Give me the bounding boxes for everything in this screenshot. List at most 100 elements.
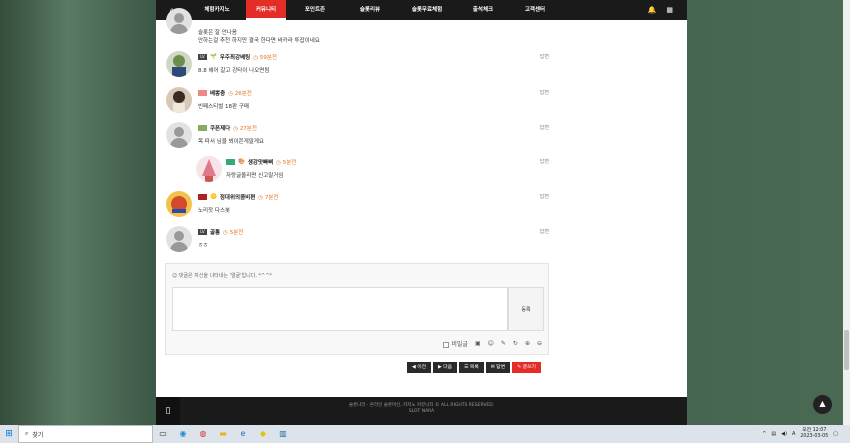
rank-icon: 🌱	[210, 54, 217, 60]
comment-text: 노리잣 다스봇	[198, 208, 231, 214]
comment-item: 🎨 생강맛빠삐 5분전 자랑글올리면 신고말거임 답변	[164, 156, 549, 186]
level-badge	[198, 194, 207, 200]
reply-link[interactable]: 답변	[540, 193, 549, 200]
comment-text: 슬롯은 잘 안나옴	[198, 30, 237, 36]
reply-link[interactable]: 답변	[540, 158, 549, 165]
comment-text: 8.8 헤어 갈고 강타이 나오면됨	[198, 68, 270, 74]
list-button[interactable]: ☰ 목록	[459, 362, 484, 373]
comment-text: ㅎㅎ	[198, 243, 209, 249]
nickname[interactable]: 골통	[210, 228, 220, 236]
avatar	[166, 226, 192, 252]
avatar	[196, 156, 222, 182]
plus-icon[interactable]: ⊕	[525, 340, 530, 347]
ime-icon[interactable]: A	[792, 431, 795, 437]
rank-icon: 🟡	[210, 194, 217, 200]
nav-item-support[interactable]: 고객센터	[508, 0, 562, 20]
kakaotalk-icon[interactable]: ◆	[253, 425, 273, 443]
chevron-up-icon[interactable]: ^	[762, 431, 766, 437]
reply-link[interactable]: 답변	[540, 124, 549, 131]
submit-button[interactable]: 등록	[508, 287, 544, 331]
timestamp: 26분전	[228, 89, 252, 97]
clock-date: 2023-03-05	[800, 434, 829, 439]
avatar	[166, 51, 192, 77]
comment-meta: 쿠폰제다 27분전	[198, 124, 257, 132]
system-tray: ^ ▤ ◀) A 오전 12:07 2023-03-05 ▢	[762, 425, 838, 443]
level-badge: LV	[198, 229, 207, 235]
bell-icon[interactable]: 🔔	[648, 0, 657, 20]
nav-item-points[interactable]: 포인트존	[286, 0, 344, 20]
comment-item: 🟡 정대위의콤비편 7분전 노리잣 다스봇 답변	[164, 191, 549, 221]
reply-link[interactable]: 답변	[540, 53, 549, 60]
level-badge	[198, 90, 207, 96]
nav-item-attendance[interactable]: 출석체크	[458, 0, 508, 20]
nav-item-community[interactable]: 커뮤니티	[246, 0, 286, 20]
scrollbar[interactable]	[843, 0, 850, 425]
secret-checkbox[interactable]: 비밀글	[443, 339, 468, 348]
grid-menu-icon[interactable]: ▦	[666, 0, 673, 20]
comment-tools: 비밀글 ▣ ☺ ✎ ↻ ⊕ ⊖	[443, 339, 542, 348]
timestamp: 5분전	[223, 228, 244, 236]
scroll-top-button[interactable]: ▲	[813, 395, 832, 414]
pencil-icon[interactable]: ✎	[501, 340, 506, 347]
comment-form: ☺ 댓글은 자신을 나타내는 '얼굴'입니다. *^^* 등록 비밀글 ▣ ☺ …	[165, 263, 549, 355]
footer-copyright: 슬롯나라 - 온라인 슬롯머신, 카지노 커뮤니티 © ALL RIGHTS R…	[348, 403, 495, 408]
comment-meta: LV 🌱 우주최강베팅 59분전	[198, 53, 277, 61]
notification-icon[interactable]: ▢	[833, 431, 838, 437]
minus-icon[interactable]: ⊖	[537, 340, 542, 347]
taskbar-search[interactable]: ⌕ 찾기	[18, 425, 153, 443]
prev-button[interactable]: ◀ 이전	[407, 362, 432, 373]
nav-item-slot-review[interactable]: 슬롯리뷰	[344, 0, 396, 20]
comment-item: LV 🌱 우주최강베팅 59분전 8.8 헤어 갈고 강타이 나오면됨 답변	[164, 51, 549, 81]
level-badge: LV	[198, 54, 207, 60]
chrome-icon[interactable]: ◍	[193, 425, 213, 443]
level-badge	[226, 159, 235, 165]
ie-icon[interactable]: e	[233, 425, 253, 443]
reply-link[interactable]: 답변	[540, 228, 549, 235]
avatar	[166, 8, 192, 34]
nav-item-free-slot[interactable]: 슬롯무료체험	[396, 0, 458, 20]
timestamp: 59분전	[253, 53, 277, 61]
nickname[interactable]: 배뽕충	[210, 89, 225, 97]
timestamp: 5분전	[276, 158, 297, 166]
reply-button[interactable]: ✉ 답변	[485, 362, 511, 373]
taskbar: ⊞ ⌕ 찾기 ▭ ◉ ◍ ▬ e ◆ ▥ ^ ▤ ◀) A 오전 12:07 2…	[0, 425, 850, 443]
post-buttons: ◀ 이전 ▶ 다음 ☰ 목록 ✉ 답변 ✎ 글쓰기	[407, 362, 541, 373]
comment-meta: LV 골통 5분전	[198, 228, 243, 236]
nickname[interactable]: 쿠폰제다	[210, 124, 230, 132]
comment-textarea[interactable]	[172, 287, 508, 331]
volume-icon[interactable]: ◀)	[781, 431, 787, 437]
calculator-icon[interactable]: ▥	[273, 425, 293, 443]
clock[interactable]: 오전 12:07 2023-03-05	[800, 428, 828, 440]
edge-icon[interactable]: ◉	[173, 425, 193, 443]
rank-icon: 🎨	[238, 159, 245, 165]
scrollbar-thumb[interactable]	[844, 330, 849, 370]
comment-item: 배뽕충 26분전 빈페스티벌 18판 구매 답변	[164, 87, 549, 117]
top-navigation: ⌂ 체험카지노 커뮤니티 포인트존 슬롯리뷰 슬롯무료체험 출석체크 고객센터 …	[156, 0, 687, 20]
reply-link[interactable]: 답변	[540, 89, 549, 96]
browser-content: ⌂ 체험카지노 커뮤니티 포인트존 슬롯리뷰 슬롯무료체험 출석체크 고객센터 …	[156, 0, 687, 425]
emoji-icon[interactable]: ☺	[488, 340, 494, 347]
network-icon[interactable]: ▤	[771, 431, 776, 437]
nickname[interactable]: 우주최강베팅	[220, 53, 250, 61]
nickname[interactable]: 정대위의콤비편	[220, 193, 255, 201]
comment-hint: ☺ 댓글은 자신을 나타내는 '얼굴'입니다. *^^*	[172, 273, 272, 279]
next-button[interactable]: ▶ 다음	[433, 362, 458, 373]
footer-site: SLOT NARA	[408, 409, 435, 414]
search-placeholder: 찾기	[32, 431, 44, 439]
comment-text: 자랑글올리면 신고말거임	[226, 173, 284, 179]
nickname[interactable]: 생강맛빠삐	[248, 158, 273, 166]
comment-item: 쿠폰제다 27분전 목 따서 님을 뵈이쫀게말게요 답변	[164, 122, 549, 152]
comment-item: 슬롯은 잘 안나옴 안하는걸 추천 하지만 결국 한다면 바카라 투잡이네요	[164, 8, 549, 44]
comment-text: 빈페스티벌 18판 구매	[198, 104, 249, 110]
image-icon[interactable]: ▣	[475, 340, 481, 347]
comment-meta: 🎨 생강맛빠삐 5분전	[226, 158, 296, 166]
comment-meta: 배뽕충 26분전	[198, 89, 252, 97]
write-button[interactable]: ✎ 글쓰기	[512, 362, 541, 373]
file-explorer-icon[interactable]: ▬	[213, 425, 233, 443]
task-view-icon[interactable]: ▭	[153, 425, 173, 443]
refresh-icon[interactable]: ↻	[513, 340, 518, 347]
avatar	[166, 191, 192, 217]
timestamp: 27분전	[233, 124, 257, 132]
windows-start-icon[interactable]: ⊞	[0, 425, 18, 443]
nav-item-casino[interactable]: 체험카지노	[188, 0, 246, 20]
